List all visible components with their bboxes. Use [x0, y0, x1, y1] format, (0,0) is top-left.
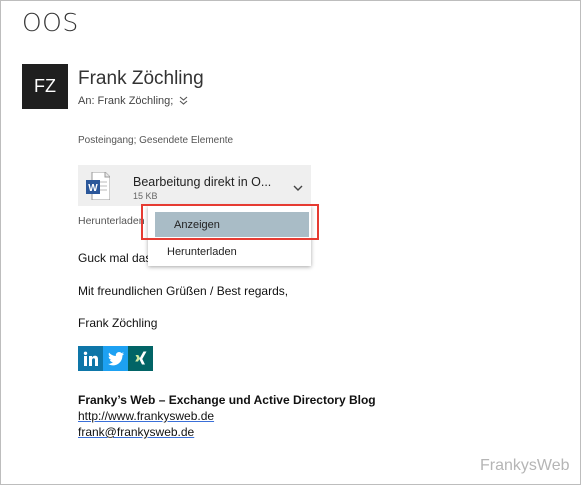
- watermark: FrankysWeb: [480, 457, 570, 474]
- word-document-icon: W: [86, 171, 111, 201]
- attachment-name: Bearbeitung direkt in O...: [133, 175, 272, 189]
- menu-item-label: Herunterladen: [167, 246, 237, 258]
- avatar-initials: FZ: [34, 76, 56, 96]
- email-subject: OOS: [22, 8, 79, 37]
- attachment-size: 15 KB: [133, 191, 158, 201]
- social-links: [78, 346, 153, 371]
- download-link[interactable]: Herunterladen: [78, 215, 145, 227]
- menu-item-download[interactable]: Herunterladen: [148, 239, 311, 265]
- chevron-down-icon[interactable]: [292, 179, 304, 191]
- annotation-highlight-box: [141, 204, 319, 240]
- signature-title: Franky’s Web – Exchange und Active Direc…: [78, 393, 376, 407]
- body-line-2: Mit freundlichen Grüßen / Best regards,: [78, 284, 289, 298]
- avatar[interactable]: FZ: [22, 64, 68, 109]
- email-link[interactable]: frank@frankysweb.de: [78, 425, 194, 439]
- expand-recipients-icon[interactable]: [179, 96, 188, 107]
- recipient-line: An: Frank Zöchling;: [78, 95, 188, 107]
- website-link[interactable]: http://www.frankysweb.de: [78, 409, 214, 423]
- linkedin-icon[interactable]: [78, 346, 103, 371]
- body-line-3: Frank Zöchling: [78, 316, 158, 330]
- attachment-card[interactable]: W Bearbeitung direkt in O... 15 KB: [78, 165, 311, 206]
- sender-name[interactable]: Frank Zöchling: [78, 68, 204, 90]
- to-label: An:: [78, 95, 95, 107]
- svg-text:W: W: [88, 183, 98, 194]
- folder-list: Posteingang; Gesendete Elemente: [78, 135, 234, 146]
- body-line-1: Guck mal das: [78, 251, 152, 265]
- recipient-name[interactable]: Frank Zöchling;: [98, 95, 174, 107]
- twitter-icon[interactable]: [103, 346, 128, 371]
- xing-icon[interactable]: [128, 346, 153, 371]
